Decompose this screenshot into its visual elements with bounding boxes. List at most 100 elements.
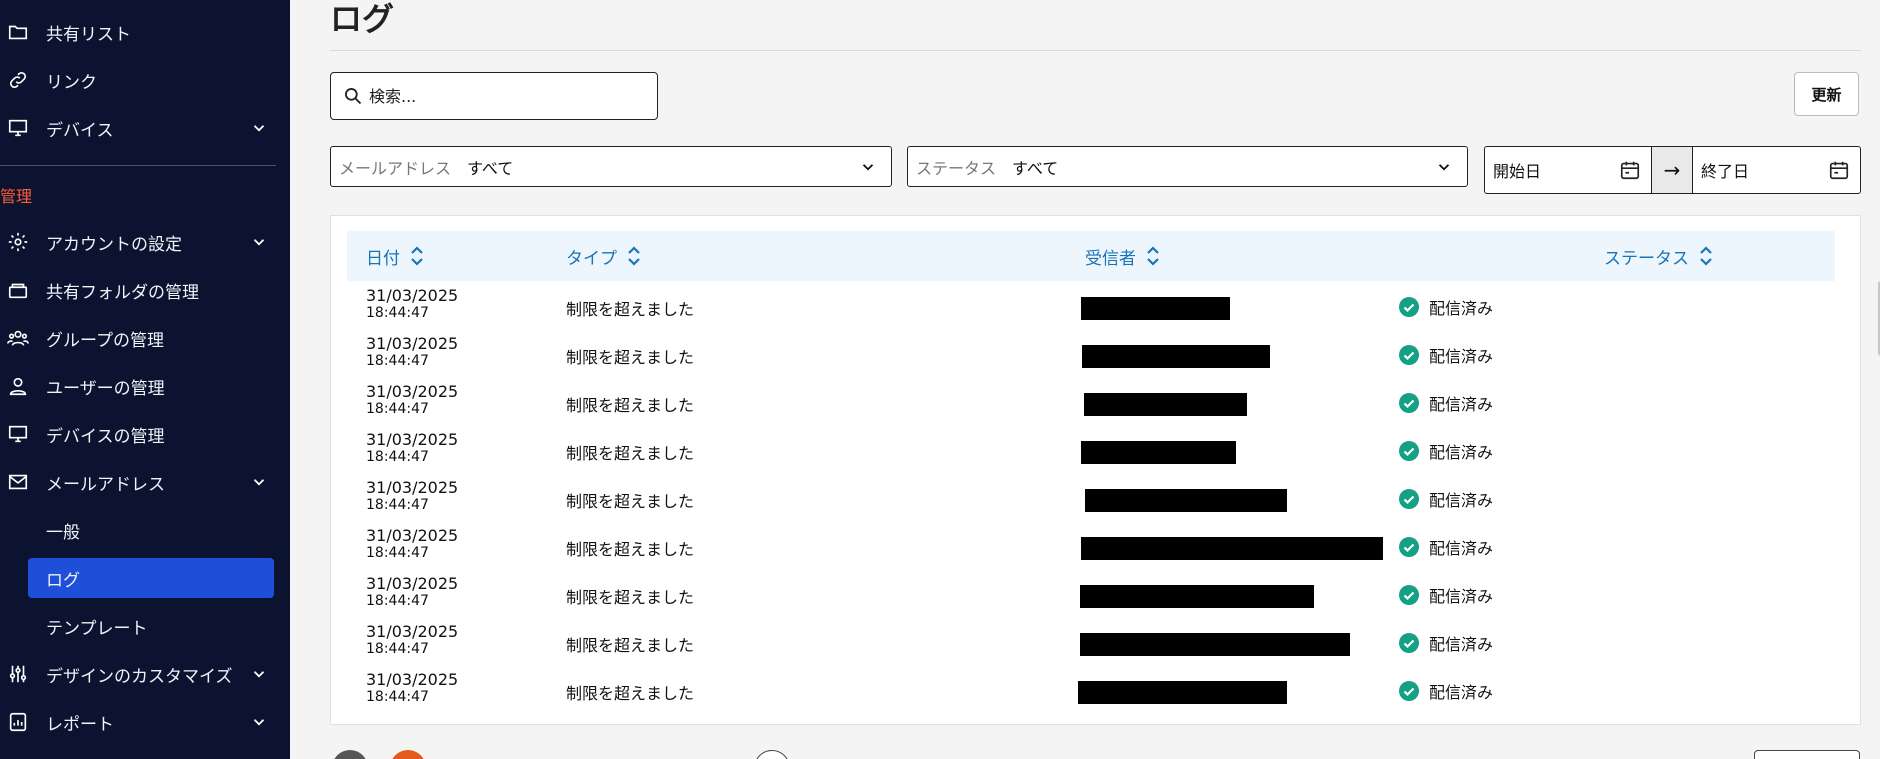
status-cell: 配信済み <box>1399 535 1493 559</box>
folder-icon <box>6 20 30 44</box>
status-cell: 配信済み <box>1399 439 1493 463</box>
end-date-placeholder: 終了日 <box>1701 162 1750 181</box>
sidebar-item-reports[interactable]: レポート <box>0 700 290 744</box>
column-header-date[interactable]: 日付 <box>366 231 424 281</box>
recipient-redacted <box>1081 441 1236 464</box>
sidebar-subitem-general[interactable]: 一般 <box>0 508 290 552</box>
sidebar-item-label: グループの管理 <box>46 330 164 351</box>
column-header-label: 日付 <box>366 248 400 269</box>
type-cell: 制限を超えました <box>566 540 695 559</box>
table-row[interactable]: 31/03/2025 18:44:47 制限を超えました 配信済み <box>347 523 1835 571</box>
calendar-icon[interactable] <box>1619 159 1641 181</box>
sidebar-item-device-admin[interactable]: デバイスの管理 <box>0 412 290 456</box>
log-table: 日付 タイプ 受信者 ステータス 31/03/2025 18:44:47 制限を超… <box>330 215 1880 725</box>
table-row[interactable]: 31/03/2025 18:44:47 制限を超えました 配信済み <box>347 475 1835 523</box>
date-cell: 31/03/2025 18:44:47 <box>366 383 458 418</box>
title-divider <box>330 50 1861 51</box>
avatar[interactable] <box>390 750 426 759</box>
sidebar-item-label: デバイスの管理 <box>46 426 165 447</box>
type-cell: 制限を超えました <box>566 444 695 463</box>
sidebar-subitem-templates[interactable]: テンプレート <box>0 604 290 648</box>
email-filter-value: すべて <box>467 158 514 178</box>
date-cell: 31/03/2025 18:44:47 <box>366 335 458 370</box>
date-cell: 31/03/2025 18:44:47 <box>366 430 459 466</box>
email-filter-select[interactable]: メールアドレス すべて <box>330 146 892 187</box>
date-value: 31/03/2025 <box>366 574 459 593</box>
chevron-down-icon <box>862 164 874 171</box>
time-value: 18:44:47 <box>366 545 429 561</box>
status-value: 配信済み <box>1429 539 1494 558</box>
sidebar-subitem-log[interactable]: ログ <box>28 558 274 598</box>
sidebar-item-label: 共有フォルダの管理 <box>46 282 199 303</box>
type-cell: 制限を超えました <box>566 492 695 511</box>
sidebar-item-links[interactable]: リンク <box>0 58 290 102</box>
chevron-down-icon <box>253 125 265 132</box>
sidebar-item-devices[interactable]: デバイス <box>0 106 290 150</box>
table-row[interactable]: 31/03/2025 18:44:47 制限を超えました 配信済み <box>347 571 1835 619</box>
column-header-type[interactable]: タイプ <box>566 231 641 281</box>
table-row[interactable]: 31/03/2025 18:44:47 制限を超えました 配信済み <box>347 427 1835 475</box>
sidebar-item-user-admin[interactable]: ユーザーの管理 <box>0 364 290 408</box>
monitor-icon <box>6 422 30 446</box>
chevron-down-icon <box>253 719 265 726</box>
status-value: 配信済み <box>1429 587 1494 606</box>
users-icon <box>6 374 30 398</box>
table-row[interactable]: 31/03/2025 18:44:47 制限を超えました 配信済み <box>347 283 1835 331</box>
recipient-redacted <box>1080 633 1350 656</box>
column-header-label: タイプ <box>566 248 617 269</box>
sidebar-item-email[interactable]: メールアドレス <box>0 460 290 504</box>
check-circle-icon <box>1399 681 1419 701</box>
chevron-down-icon <box>253 671 265 678</box>
time-value: 18:44:47 <box>366 449 429 465</box>
sidebar-item-group-admin[interactable]: グループの管理 <box>0 316 290 360</box>
table-row[interactable]: 31/03/2025 18:44:47 制限を超えました 配信済み <box>347 331 1835 379</box>
sidebar-item-shared-folder-admin[interactable]: 共有フォルダの管理 <box>0 268 290 312</box>
recipient-redacted <box>1085 489 1287 512</box>
column-header-status[interactable]: ステータス <box>1604 231 1713 281</box>
link-icon <box>6 68 30 92</box>
column-header-label: ステータス <box>1604 248 1689 269</box>
time-value: 18:44:47 <box>366 593 429 609</box>
sidebar-item-label: メールアドレス <box>46 474 165 495</box>
pagination-button[interactable] <box>754 750 790 759</box>
sidebar-item-design-customize[interactable]: デザインのカスタマイズ <box>0 652 290 696</box>
search-icon <box>345 88 362 105</box>
type-cell: 制限を超えました <box>566 300 695 319</box>
status-value: 配信済み <box>1429 299 1494 318</box>
status-filter-value: すべて <box>1012 158 1059 178</box>
page-size-select[interactable] <box>1754 750 1860 759</box>
date-cell: 31/03/2025 18:44:47 <box>366 574 459 610</box>
status-filter-select[interactable]: ステータス すべて <box>907 146 1468 187</box>
sidebar-item-shared-lists[interactable]: 共有リスト <box>0 10 290 54</box>
date-cell: 31/03/2025 18:44:47 <box>366 527 458 562</box>
status-cell: 配信済み <box>1399 391 1493 415</box>
sidebar-item-account-settings[interactable]: アカウントの設定 <box>0 220 290 264</box>
type-cell: 制限を超えました <box>566 588 695 607</box>
search-input[interactable] <box>369 86 639 106</box>
recipient-redacted <box>1081 297 1230 320</box>
status-value: 配信済み <box>1429 491 1494 510</box>
time-value: 18:44:47 <box>366 497 429 513</box>
date-value: 31/03/2025 <box>366 478 459 497</box>
chevron-down-icon <box>253 479 265 486</box>
date-value: 31/03/2025 <box>366 430 459 449</box>
recipient-redacted <box>1084 393 1247 416</box>
recipient-redacted <box>1081 537 1383 560</box>
sidebar-item-label: ログ <box>46 570 80 591</box>
refresh-button[interactable]: 更新 <box>1794 72 1859 116</box>
start-date-field[interactable]: 開始日 <box>1484 146 1652 194</box>
sidebar-item-label: 共有リスト <box>46 24 131 45</box>
status-cell: 配信済み <box>1399 679 1493 703</box>
end-date-field[interactable]: 終了日 <box>1692 146 1861 194</box>
time-value: 18:44:47 <box>366 401 429 417</box>
check-circle-icon <box>1399 633 1419 653</box>
table-row[interactable]: 31/03/2025 18:44:47 制限を超えました 配信済み <box>347 667 1835 715</box>
sort-icon <box>628 246 640 266</box>
table-row[interactable]: 31/03/2025 18:44:47 制限を超えました 配信済み <box>347 619 1835 667</box>
avatar[interactable] <box>332 750 368 759</box>
calendar-icon[interactable] <box>1828 159 1850 181</box>
chevron-down-icon <box>253 239 265 246</box>
table-row[interactable]: 31/03/2025 18:44:47 制限を超えました 配信済み <box>347 379 1835 427</box>
search-box[interactable] <box>330 72 658 120</box>
column-header-recipient[interactable]: 受信者 <box>1085 231 1160 281</box>
